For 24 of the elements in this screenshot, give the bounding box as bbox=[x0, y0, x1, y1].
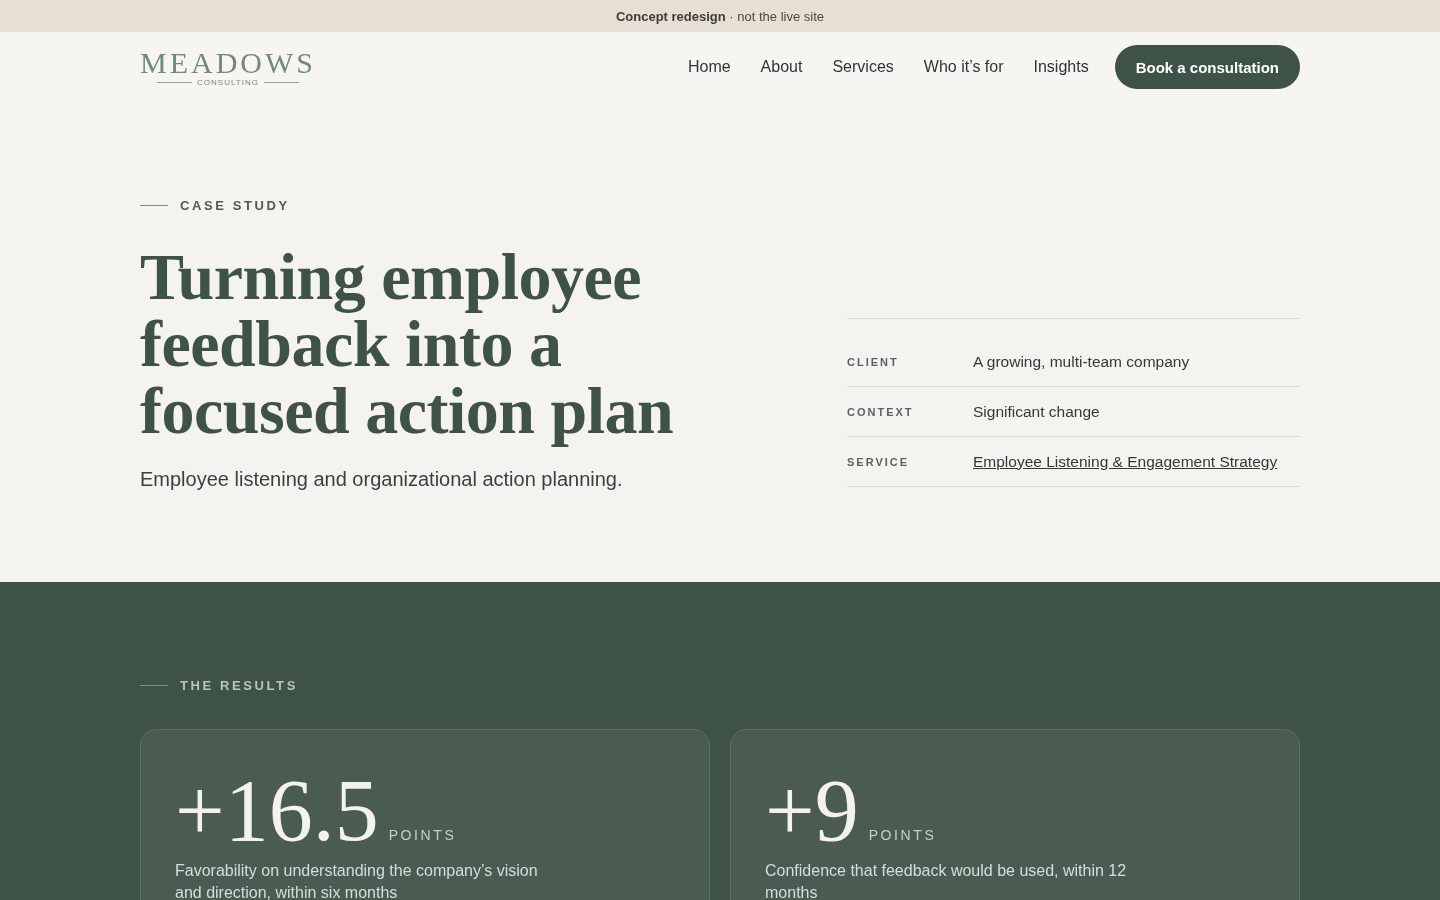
consultation-button[interactable]: Book a consultation bbox=[1114, 45, 1300, 89]
section-label: CASE STUDY bbox=[180, 198, 290, 213]
nav-link[interactable]: Home bbox=[687, 58, 731, 76]
notice-text: Concept redesign · not the live site bbox=[615, 8, 825, 24]
stat-value: +16.5 bbox=[175, 766, 379, 856]
fact-value: A growing, multi-team company bbox=[973, 352, 1190, 371]
nav-link[interactable]: Services bbox=[832, 58, 894, 76]
fact-value: Significant change bbox=[973, 402, 1100, 421]
fact-label: CLIENT bbox=[847, 355, 900, 368]
subtitle: Employee listening and organizational action planning. bbox=[140, 468, 624, 491]
logo[interactable]: MEADOWS CONSULTING bbox=[140, 47, 316, 87]
page-heading: Turning employee feedback into a focused action plan bbox=[140, 239, 675, 449]
service-link[interactable]: Employee Listening & Engagement Strategy bbox=[973, 452, 1278, 471]
fact-label: SERVICE bbox=[847, 455, 911, 468]
nav-link[interactable]: About bbox=[760, 58, 803, 76]
nav-link[interactable]: Insights bbox=[1033, 58, 1089, 76]
fact-label: CONTEXT bbox=[847, 405, 915, 418]
nav-link[interactable]: Who it’s for bbox=[923, 58, 1004, 76]
stat-description: Confidence that feedback would be used, within 12 months bbox=[765, 861, 1128, 900]
stat-unit: POINTS bbox=[388, 827, 457, 843]
stat-value: +9 bbox=[765, 766, 859, 856]
stat-description: Favorability on understanding the company’s vision and direction, within six months bbox=[175, 861, 539, 900]
stat-unit: POINTS bbox=[868, 827, 937, 843]
section-label: THE RESULTS bbox=[180, 678, 298, 693]
